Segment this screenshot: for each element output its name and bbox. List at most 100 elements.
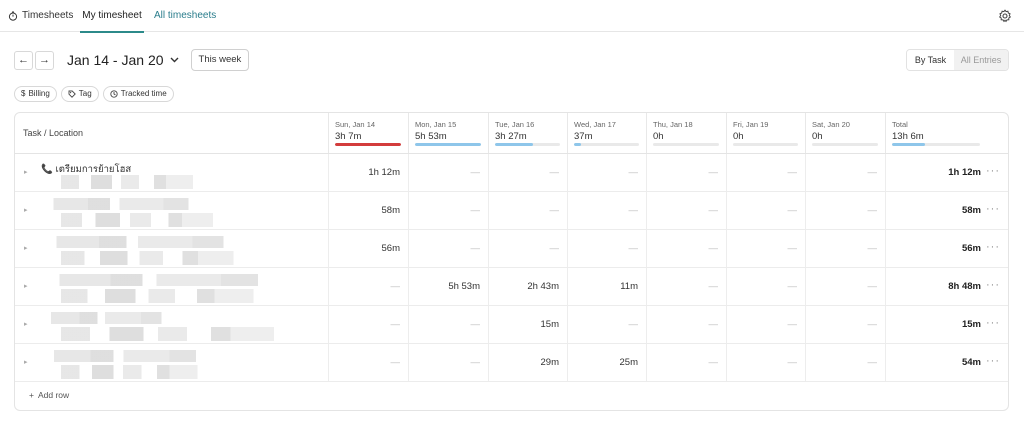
- date-range-label: Jan 14 - Jan 20: [67, 52, 164, 68]
- time-entry-cell[interactable]: —: [328, 344, 408, 381]
- time-entry-cell[interactable]: —: [726, 230, 805, 267]
- dollar-icon: $: [21, 89, 26, 98]
- this-week-button[interactable]: This week: [190, 49, 250, 71]
- time-entry-cell[interactable]: —: [408, 230, 488, 267]
- day-progress-bar: [335, 143, 401, 146]
- time-entry-cell[interactable]: —: [646, 306, 726, 343]
- row-more-menu-icon[interactable]: ···: [986, 192, 1000, 227]
- expand-row-icon[interactable]: ▸: [24, 282, 28, 290]
- time-entry-cell[interactable]: —: [646, 154, 726, 191]
- all-entries-toggle[interactable]: All Entries: [954, 50, 1008, 70]
- time-entry-cell[interactable]: —: [328, 306, 408, 343]
- by-task-toggle[interactable]: By Task: [907, 50, 954, 70]
- expand-row-icon[interactable]: ▸: [24, 358, 28, 366]
- row-more-menu-icon[interactable]: ···: [986, 268, 1000, 303]
- time-entry-cell[interactable]: —: [726, 192, 805, 229]
- time-entry-cell[interactable]: 11m: [567, 268, 646, 305]
- time-entry-cell[interactable]: 56m: [328, 230, 408, 267]
- week-selector: ← → Jan 14 - Jan 20 This week: [14, 49, 250, 71]
- day-progress-fill: [574, 143, 581, 146]
- expand-row-icon[interactable]: ▸: [24, 206, 28, 214]
- tab-all-timesheets[interactable]: All timesheets: [154, 0, 216, 32]
- task-row: ▸ 58m — — — — — —58m ···: [15, 192, 1008, 230]
- day-total: 3h 7m: [335, 131, 362, 142]
- time-entry-cell[interactable]: —: [488, 230, 567, 267]
- day-header-sun: Sun, Jan 14 3h 7m: [328, 113, 408, 153]
- time-entry-cell[interactable]: 15m: [488, 306, 567, 343]
- time-entry-cell[interactable]: —: [567, 230, 646, 267]
- time-entry-cell[interactable]: —: [805, 306, 885, 343]
- previous-week-button[interactable]: ←: [14, 50, 33, 70]
- time-entry-cell[interactable]: —: [408, 154, 488, 191]
- billing-filter[interactable]: $ Billing: [14, 86, 57, 102]
- time-entry-cell[interactable]: —: [488, 154, 567, 191]
- clock-icon: [110, 90, 118, 98]
- redacted-location: [61, 365, 216, 379]
- row-more-menu-icon[interactable]: ···: [986, 230, 1000, 265]
- tab-timesheets-logo[interactable]: Timesheets: [8, 0, 73, 32]
- time-entry-cell[interactable]: —: [567, 192, 646, 229]
- time-entry-cell[interactable]: —: [567, 154, 646, 191]
- tab-my-timesheet[interactable]: My timesheet: [80, 0, 144, 33]
- row-more-menu-icon[interactable]: ···: [986, 154, 1000, 189]
- time-entry-cell[interactable]: 5h 53m: [408, 268, 488, 305]
- time-entry-cell[interactable]: —: [408, 306, 488, 343]
- day-progress-fill: [495, 143, 533, 146]
- expand-row-icon[interactable]: ▸: [24, 320, 28, 328]
- redacted-task-name: [41, 350, 206, 362]
- time-entry-cell[interactable]: —: [805, 154, 885, 191]
- time-entry-cell[interactable]: —: [646, 230, 726, 267]
- task-location-header: Task / Location: [23, 128, 84, 138]
- top-navigation: Timesheets My timesheet All timesheets: [0, 0, 1024, 33]
- day-date: Fri, Jan 19: [733, 120, 769, 129]
- time-entry-cell[interactable]: —: [805, 268, 885, 305]
- expand-row-icon[interactable]: ▸: [24, 168, 28, 176]
- time-entry-cell[interactable]: —: [726, 154, 805, 191]
- time-entry-cell[interactable]: 58m: [328, 192, 408, 229]
- time-entry-cell[interactable]: —: [646, 268, 726, 305]
- day-total: 37m: [574, 131, 593, 142]
- time-entry-cell[interactable]: —: [488, 192, 567, 229]
- time-entry-cell[interactable]: —: [646, 192, 726, 229]
- redacted-task-name: [41, 312, 169, 324]
- gear-icon[interactable]: [998, 9, 1012, 23]
- day-progress-bar: [495, 143, 560, 146]
- day-header-wed: Wed, Jan 17 37m: [567, 113, 646, 153]
- next-week-button[interactable]: →: [35, 50, 54, 70]
- row-more-menu-icon[interactable]: ···: [986, 344, 1000, 379]
- timesheet-grid: Task / Location Sun, Jan 14 3h 7m Mon, J…: [14, 112, 1009, 411]
- expand-row-icon[interactable]: ▸: [24, 244, 28, 252]
- day-progress-bar: [812, 143, 878, 146]
- day-date: Sun, Jan 14: [335, 120, 376, 129]
- tracked-time-filter-label: Tracked time: [120, 89, 167, 98]
- time-entry-cell[interactable]: —: [328, 268, 408, 305]
- time-entry-cell[interactable]: —: [805, 192, 885, 229]
- day-progress-bar: [415, 143, 481, 146]
- time-entry-cell[interactable]: 25m: [567, 344, 646, 381]
- tag-filter[interactable]: Tag: [60, 86, 99, 102]
- time-entry-cell[interactable]: —: [805, 344, 885, 381]
- total-label: Total: [892, 120, 908, 129]
- time-entry-cell[interactable]: —: [408, 344, 488, 381]
- day-total: 5h 53m: [415, 131, 447, 142]
- time-entry-cell[interactable]: 29m: [488, 344, 567, 381]
- row-more-menu-icon[interactable]: ···: [986, 306, 1000, 341]
- date-range-dropdown[interactable]: Jan 14 - Jan 20: [67, 52, 179, 68]
- day-progress-fill: [415, 143, 481, 146]
- time-entry-cell[interactable]: 2h 43m: [488, 268, 567, 305]
- tracked-time-filter[interactable]: Tracked time: [102, 86, 174, 102]
- day-header-tue: Tue, Jan 16 3h 27m: [488, 113, 567, 153]
- time-entry-cell[interactable]: —: [646, 344, 726, 381]
- time-entry-cell[interactable]: 1h 12m: [328, 154, 408, 191]
- time-entry-cell[interactable]: —: [805, 230, 885, 267]
- day-progress-bar: [733, 143, 798, 146]
- add-row-button[interactable]: + Add row: [29, 390, 69, 400]
- time-entry-cell[interactable]: —: [726, 306, 805, 343]
- time-entry-cell[interactable]: —: [726, 344, 805, 381]
- time-entry-cell[interactable]: —: [567, 306, 646, 343]
- day-total: 0h: [733, 131, 744, 142]
- time-entry-cell[interactable]: —: [408, 192, 488, 229]
- time-entry-cell[interactable]: —: [726, 268, 805, 305]
- day-date: Sat, Jan 20: [812, 120, 850, 129]
- day-header-fri: Fri, Jan 19 0h: [726, 113, 805, 153]
